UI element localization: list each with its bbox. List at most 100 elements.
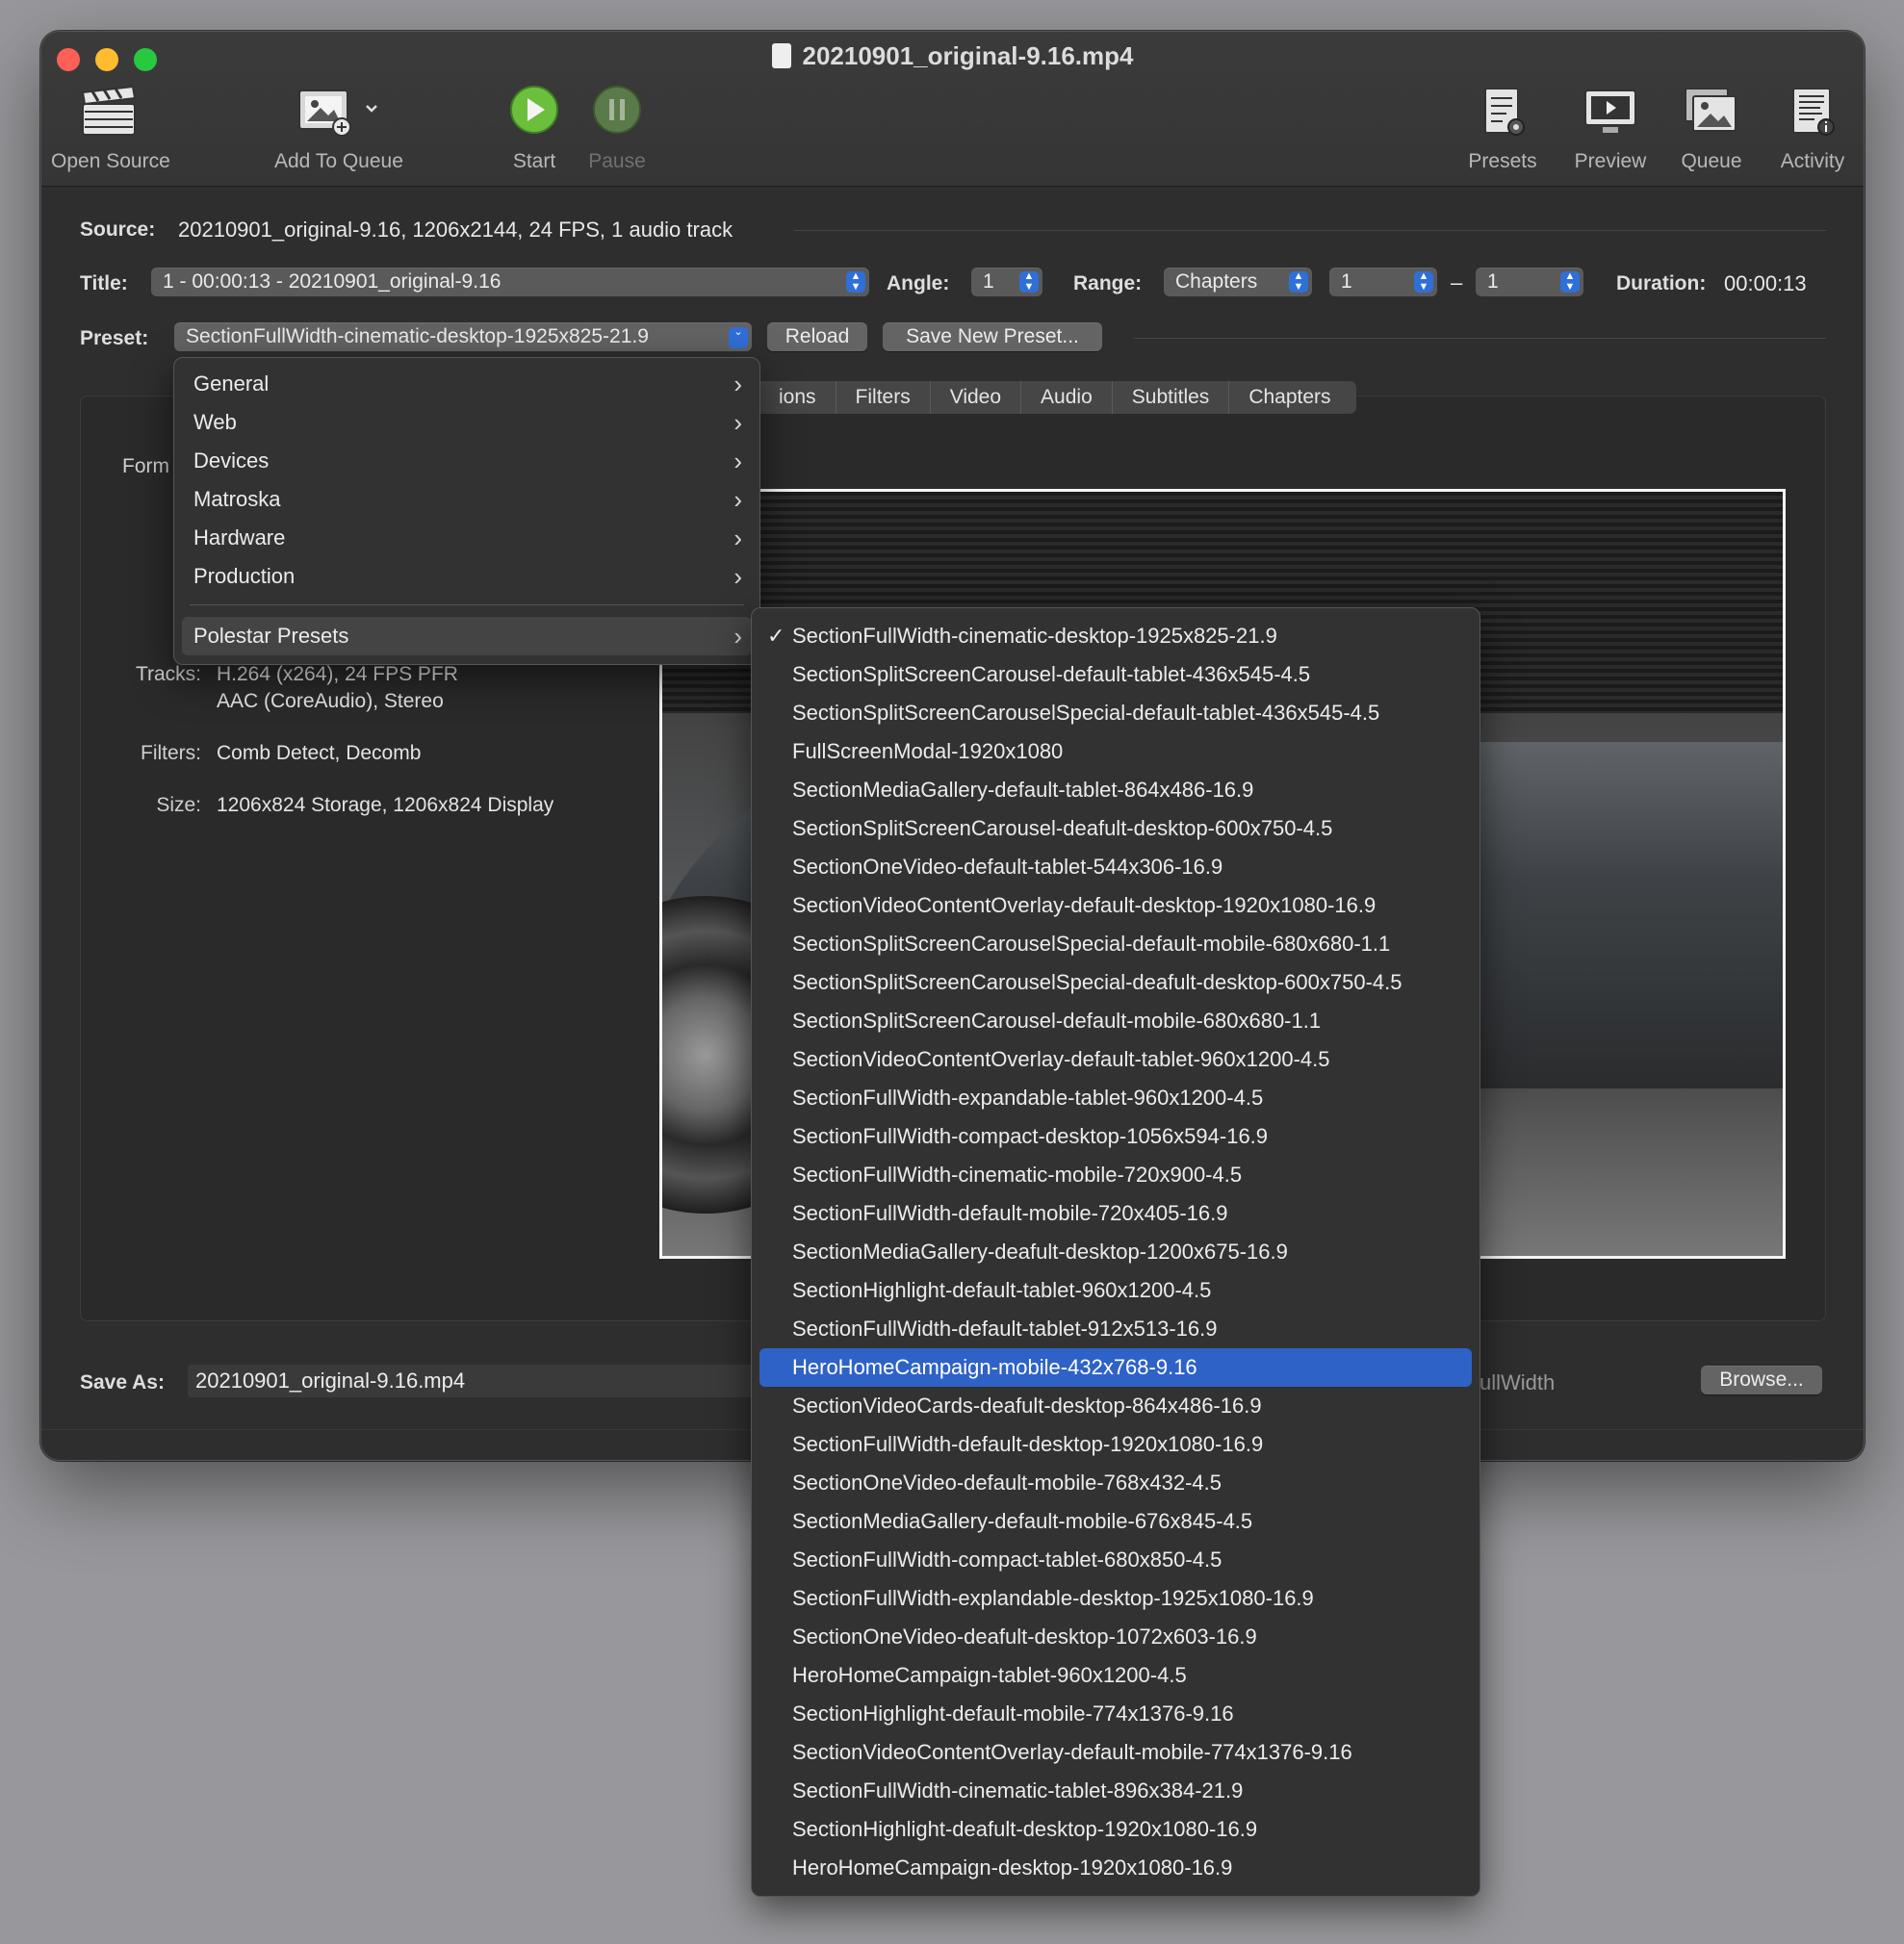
preset-menu-item[interactable]: SectionFullWidth-default-desktop-1920x10… <box>759 1425 1472 1464</box>
preset-menu-item[interactable]: HeroHomeCampaign-desktop-1920x1080-16.9 <box>759 1849 1472 1887</box>
save-as-label: Save As: <box>80 1371 165 1394</box>
preset-menu-item-label: SectionFullWidth-default-mobile-720x405-… <box>792 1201 1228 1225</box>
activity-label: Activity <box>1780 150 1845 172</box>
stepper-icon: ▲ ▼ <box>1414 271 1433 293</box>
preset-menu-item-label: SectionVideoContentOverlay-default-table… <box>792 1047 1330 1071</box>
range-end-popup[interactable]: 1 ▲ ▼ <box>1476 268 1583 296</box>
preset-menu-item[interactable]: SectionSplitScreenCarousel-default-table… <box>759 655 1472 694</box>
start-button[interactable]: Start <box>496 85 573 173</box>
chevron-right-icon: › <box>733 408 742 437</box>
preset-menu-item[interactable]: SectionSplitScreenCarouselSpecial-defaul… <box>759 925 1472 963</box>
preset-menu-item[interactable]: SectionHighlight-default-mobile-774x1376… <box>759 1695 1472 1733</box>
tab-subtitles[interactable]: Subtitles <box>1113 381 1230 414</box>
menu-item-polestar-presets[interactable]: Polestar Presets › <box>182 617 752 655</box>
open-source-button[interactable]: Open Source <box>51 85 170 173</box>
preset-menu-item[interactable]: SectionOneVideo-default-mobile-768x432-4… <box>759 1464 1472 1502</box>
tab-filters[interactable]: Filters <box>836 381 931 414</box>
stepper-icon: ▲ ▼ <box>1289 271 1308 293</box>
window-title: 20210901_original-9.16.mp4 <box>41 41 1864 71</box>
activity-button[interactable]: Activity <box>1764 85 1861 173</box>
preset-menu-item[interactable]: SectionSplitScreenCarousel-default-mobil… <box>759 1002 1472 1040</box>
save-new-preset-button[interactable]: Save New Preset... <box>883 322 1102 351</box>
preset-menu-item[interactable]: SectionFullWidth-compact-desktop-1056x59… <box>759 1117 1472 1156</box>
preset-menu-item[interactable]: HeroHomeCampaign-tablet-960x1200-4.5 <box>759 1656 1472 1695</box>
preset-menu-item[interactable]: SectionFullWidth-explandable-desktop-192… <box>759 1579 1472 1618</box>
preset-menu-item-label: FullScreenModal-1920x1080 <box>792 739 1064 763</box>
preset-category-menu: General › Web › Devices › Matroska › Hardwar… <box>173 357 760 665</box>
preset-menu-item-label: SectionMediaGallery-default-mobile-676x8… <box>792 1509 1253 1533</box>
preset-menu-item[interactable]: SectionOneVideo-deafult-desktop-1072x603… <box>759 1618 1472 1656</box>
tab-audio[interactable]: Audio <box>1021 381 1113 414</box>
pause-label: Pause <box>588 150 646 172</box>
preset-menu-item[interactable]: SectionMediaGallery-deafult-desktop-1200… <box>759 1233 1472 1271</box>
add-to-queue-button[interactable]: Add To Queue <box>274 85 403 173</box>
menu-item-label: Matroska <box>193 487 281 511</box>
queue-button[interactable]: Queue <box>1668 85 1755 173</box>
preset-menu-item-label: HeroHomeCampaign-mobile-432x768-9.16 <box>792 1355 1197 1379</box>
pause-button[interactable]: Pause <box>579 85 656 173</box>
preset-menu-item[interactable]: SectionFullWidth-cinematic-mobile-720x90… <box>759 1156 1472 1194</box>
preset-menu-item[interactable]: SectionHighlight-default-tablet-960x1200… <box>759 1271 1472 1310</box>
preset-menu-item-label: SectionFullWidth-explandable-desktop-192… <box>792 1586 1314 1610</box>
source-label: Source: <box>80 218 156 241</box>
range-start-value: 1 <box>1341 270 1352 293</box>
preset-menu-item[interactable]: SectionFullWidth-default-mobile-720x405-… <box>759 1194 1472 1233</box>
preset-menu-item[interactable]: FullScreenModal-1920x1080 <box>759 732 1472 771</box>
menu-item-hardware[interactable]: Hardware › <box>182 519 752 557</box>
preset-menu-item[interactable]: SectionFullWidth-expandable-tablet-960x1… <box>759 1079 1472 1117</box>
preview-button[interactable]: Preview <box>1562 85 1659 173</box>
preset-menu-item[interactable]: SectionMediaGallery-default-tablet-864x4… <box>759 771 1472 809</box>
preset-menu-item-label: SectionOneVideo-deafult-desktop-1072x603… <box>792 1624 1257 1649</box>
preset-menu-item[interactable]: SectionVideoCards-deafult-desktop-864x48… <box>759 1387 1472 1425</box>
preset-menu-item-label: SectionFullWidth-cinematic-tablet-896x38… <box>792 1778 1244 1803</box>
range-start-popup[interactable]: 1 ▲ ▼ <box>1329 268 1437 296</box>
preset-menu-item[interactable]: SectionVideoContentOverlay-default-mobil… <box>759 1733 1472 1772</box>
save-path-text: ullWidth <box>1479 1370 1556 1394</box>
preset-menu-item[interactable]: HeroHomeCampaign-mobile-432x768-9.16 <box>759 1348 1472 1387</box>
browse-button[interactable]: Browse... <box>1701 1366 1822 1394</box>
preset-menu-item[interactable]: SectionFullWidth-cinematic-tablet-896x38… <box>759 1772 1472 1810</box>
add-to-queue-label: Add To Queue <box>274 150 403 172</box>
menu-item-devices[interactable]: Devices › <box>182 442 752 480</box>
menu-item-web[interactable]: Web › <box>182 403 752 442</box>
title-popup[interactable]: 1 - 00:00:13 - 20210901_original-9.16 ▲ ▼ <box>151 268 869 296</box>
preset-menu-item[interactable]: SectionSplitScreenCarousel-deafult-deskt… <box>759 809 1472 848</box>
preset-menu-item[interactable]: SectionMediaGallery-default-mobile-676x8… <box>759 1502 1472 1541</box>
preset-menu-item[interactable]: SectionVideoContentOverlay-default-table… <box>759 1040 1472 1079</box>
preset-menu-item[interactable]: SectionFullWidth-default-tablet-912x513-… <box>759 1310 1472 1348</box>
start-label: Start <box>512 150 556 172</box>
tab-video[interactable]: Video <box>931 381 1022 414</box>
angle-popup[interactable]: 1 ▲ ▼ <box>971 268 1042 296</box>
preset-menu-item[interactable]: SectionOneVideo-default-tablet-544x306-1… <box>759 848 1472 886</box>
tab-dimensions[interactable]: ions <box>759 381 836 414</box>
preset-menu-item-label: SectionVideoContentOverlay-default-mobil… <box>792 1740 1352 1764</box>
preset-menu-item[interactable]: SectionSplitScreenCarouselSpecial-deaful… <box>759 963 1472 1002</box>
reload-button[interactable]: Reload <box>767 322 867 351</box>
menu-item-general[interactable]: General › <box>182 365 752 403</box>
menu-item-production[interactable]: Production › <box>182 557 752 596</box>
play-icon <box>510 86 558 134</box>
menu-item-label: General <box>193 371 270 396</box>
save-as-field[interactable]: 20210901_original-9.16.mp4 <box>188 1365 811 1397</box>
chevron-right-icon: › <box>733 485 742 514</box>
preset-menu-item[interactable]: SectionVideoContentOverlay-default-deskt… <box>759 886 1472 925</box>
angle-label: Angle: <box>887 272 950 294</box>
format-label: Form <box>122 455 169 477</box>
tab-chapters[interactable]: Chapters <box>1229 381 1350 414</box>
menu-item-matroska[interactable]: Matroska › <box>182 480 752 519</box>
preview-icon <box>1584 90 1636 133</box>
preset-menu-item[interactable]: SectionHighlight-deafult-desktop-1920x10… <box>759 1810 1472 1849</box>
presets-button[interactable]: Presets <box>1464 85 1541 173</box>
preset-menu-item[interactable]: SectionFullWidth-compact-tablet-680x850-… <box>759 1541 1472 1579</box>
chevron-right-icon: › <box>733 622 742 651</box>
preset-popup[interactable]: SectionFullWidth-cinematic-desktop-1925x… <box>174 322 752 351</box>
preset-menu-item[interactable]: ✓ SectionFullWidth-cinematic-desktop-1925… <box>759 617 1472 655</box>
preset-menu-item-label: SectionFullWidth-expandable-tablet-960x1… <box>792 1086 1264 1110</box>
add-to-queue-icon <box>298 90 377 137</box>
range-type-value: Chapters <box>1175 270 1258 293</box>
stepper-icon: ▲ ▼ <box>1560 271 1580 293</box>
preset-menu-item[interactable]: SectionSplitScreenCarouselSpecial-defaul… <box>759 694 1472 732</box>
document-icon <box>771 43 791 68</box>
range-type-popup[interactable]: Chapters ▲ ▼ <box>1164 268 1312 296</box>
open-source-label: Open Source <box>51 150 170 172</box>
